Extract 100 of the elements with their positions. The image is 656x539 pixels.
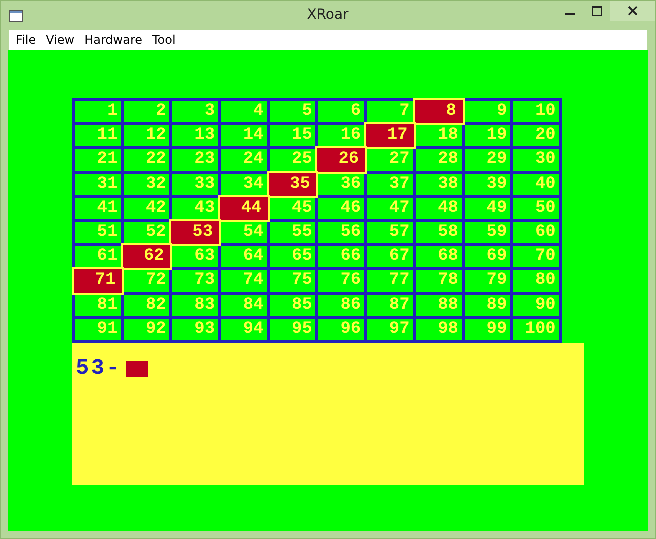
grid-cell: 48 <box>416 198 462 219</box>
grid-cell: 100 <box>513 318 559 340</box>
grid-cell: 32 <box>124 174 170 195</box>
grid-cell: 22 <box>124 149 170 171</box>
grid-cell: 15 <box>270 125 316 146</box>
grid-cell: 89 <box>464 294 510 316</box>
grid-cell: 3 <box>172 101 218 122</box>
grid-cell: 19 <box>464 125 510 146</box>
grid-cell: 82 <box>124 294 170 316</box>
grid-cell: 42 <box>124 198 170 219</box>
grid-cell: 43 <box>172 198 218 219</box>
grid-cell: 70 <box>513 246 559 268</box>
menu-item[interactable]: Tool <box>148 33 181 47</box>
grid-cell: 84 <box>221 294 267 316</box>
grid-cell: 34 <box>221 174 267 195</box>
grid-cell: 10 <box>513 101 559 122</box>
grid-cell: 16 <box>318 125 364 146</box>
grid-cell: 13 <box>172 125 218 146</box>
grid-cell: 6 <box>318 101 364 122</box>
grid-cell: 44 <box>218 194 270 222</box>
close-icon <box>628 6 638 16</box>
grid-cell: 7 <box>367 101 413 122</box>
window-title: XRoar <box>307 7 349 23</box>
grid-cell: 36 <box>318 174 364 195</box>
grid-cell: 73 <box>172 270 218 292</box>
grid-cell: 46 <box>318 198 364 219</box>
grid-cell: 1 <box>75 101 121 122</box>
grid-cell: 25 <box>270 149 316 171</box>
close-button[interactable] <box>610 1 655 21</box>
grid-cell: 95 <box>270 318 316 340</box>
grid-cell: 68 <box>416 246 462 268</box>
grid-cell: 5 <box>270 101 316 122</box>
grid-cell: 62 <box>120 243 172 270</box>
grid-cell: 30 <box>513 149 559 171</box>
grid-cell: 33 <box>172 174 218 195</box>
grid-cell: 53 <box>169 218 222 246</box>
grid-cell: 99 <box>464 318 510 340</box>
grid-cell: 8 <box>412 98 464 126</box>
menu-item[interactable]: View <box>41 33 80 47</box>
grid-cell: 58 <box>416 222 462 244</box>
grid-cell: 74 <box>221 270 267 292</box>
grid-cell: 37 <box>367 174 413 195</box>
grid-cell: 97 <box>367 318 413 340</box>
grid-cell: 77 <box>367 270 413 292</box>
grid-cell: 87 <box>367 294 413 316</box>
grid-cell: 96 <box>318 318 364 340</box>
grid-cell: 71 <box>72 267 124 294</box>
grid-cell: 57 <box>367 222 413 244</box>
grid-cell: 40 <box>513 174 559 195</box>
grid-cell: 12 <box>124 125 170 146</box>
grid-cell: 39 <box>464 174 510 195</box>
grid-cell: 11 <box>75 125 121 146</box>
menu-item[interactable]: File <box>11 33 42 47</box>
grid-cell: 41 <box>75 198 121 219</box>
minimize-icon <box>564 13 574 15</box>
grid-cell: 29 <box>464 149 510 171</box>
grid-cell: 17 <box>364 122 416 150</box>
maximize-icon <box>592 6 602 16</box>
grid-cell: 80 <box>513 270 559 292</box>
grid-cell: 94 <box>221 318 267 340</box>
grid-cell: 38 <box>416 174 462 195</box>
grid-cell: 26 <box>315 146 368 174</box>
grid-cell: 63 <box>172 246 218 268</box>
grid-cell: 60 <box>513 222 559 244</box>
grid-cell: 67 <box>367 246 413 268</box>
grid-cell: 83 <box>172 294 218 316</box>
grid-cell: 88 <box>416 294 462 316</box>
grid-cell: 54 <box>221 222 267 244</box>
grid-cell: 92 <box>124 318 170 340</box>
grid-cell: 61 <box>75 246 121 268</box>
grid-cell: 23 <box>172 149 218 171</box>
grid-cell: 86 <box>318 294 364 316</box>
grid-cell: 81 <box>75 294 121 316</box>
prompt-text: 53- <box>76 356 122 381</box>
grid-cell: 27 <box>367 149 413 171</box>
grid-cell: 4 <box>221 101 267 122</box>
grid-cell: 21 <box>75 149 121 171</box>
grid-cell: 98 <box>416 318 462 340</box>
grid-cell: 56 <box>318 222 364 244</box>
grid-cell: 47 <box>367 198 413 219</box>
grid-cell: 49 <box>464 198 510 219</box>
grid-cell: 31 <box>75 174 121 195</box>
grid-cell: 66 <box>318 246 364 268</box>
grid-cell: 9 <box>464 101 510 122</box>
grid-cell: 52 <box>124 222 170 244</box>
grid-cell: 76 <box>318 270 364 292</box>
grid-cell: 85 <box>270 294 316 316</box>
grid-cell: 65 <box>270 246 316 268</box>
grid-cell: 64 <box>221 246 267 268</box>
grid-cell: 59 <box>464 222 510 244</box>
grid-cell: 18 <box>416 125 462 146</box>
grid-cell: 79 <box>464 270 510 292</box>
menu-item[interactable]: Hardware <box>80 33 148 47</box>
grid-cell: 75 <box>270 270 316 292</box>
window-icon <box>9 10 23 22</box>
grid-cell: 45 <box>270 198 316 219</box>
grid-cell: 28 <box>416 149 462 171</box>
grid-cell: 55 <box>270 222 316 244</box>
grid-cell: 78 <box>416 270 462 292</box>
grid-cell: 35 <box>266 170 318 198</box>
